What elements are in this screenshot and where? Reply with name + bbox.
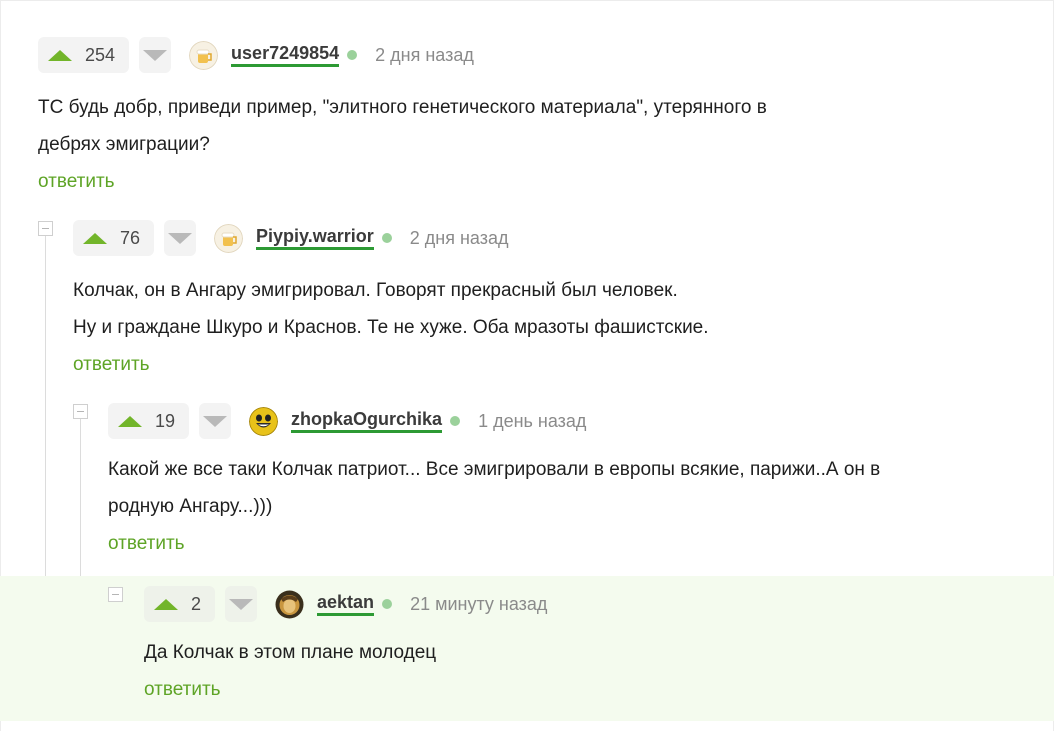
username-link[interactable]: aektan	[317, 592, 375, 616]
comment-line: дебрях эмиграции?	[38, 134, 210, 155]
comment-header: 19 zhopkaOgurchika 1 день назад	[108, 403, 1038, 439]
downvote-icon	[203, 415, 228, 427]
comment-text: Колчак, он в Ангару эмигрировал. Говорят…	[73, 272, 1033, 346]
username-link[interactable]: Piypiy.warrior	[256, 226, 374, 250]
comment-time: 21 минуту назад	[410, 593, 548, 614]
photo-avatar[interactable]	[275, 590, 304, 619]
downvote-button[interactable]	[164, 220, 197, 256]
collapse-thread-button[interactable]	[73, 404, 88, 419]
smiley-avatar[interactable]	[249, 406, 279, 436]
collapse-thread-button[interactable]	[38, 221, 53, 236]
comment-line: Какой же все таки Колчак патриот... Все …	[108, 459, 881, 480]
upvote-icon	[154, 598, 178, 610]
reply-link[interactable]: ответить	[108, 527, 1038, 561]
comment-line: родную Ангару...)))	[108, 496, 273, 517]
thread-line[interactable]	[45, 236, 46, 576]
downvote-button[interactable]	[199, 403, 232, 439]
comment: 19 zhopkaOgurchika 1 день назад Какой же…	[108, 403, 1038, 561]
comment: 2 aektan 21 минуту назад Да Колчак в это…	[144, 586, 1034, 707]
downvote-button[interactable]	[225, 586, 258, 622]
upvote-button[interactable]: 254	[38, 37, 130, 73]
online-indicator	[381, 233, 392, 243]
downvote-button[interactable]	[139, 37, 172, 73]
rating-score: 2	[191, 593, 202, 614]
comment-text: ТС будь добр, приведи пример, "элитного …	[38, 89, 1028, 163]
upvote-icon	[48, 49, 72, 61]
downvote-icon	[143, 49, 168, 61]
upvote-icon	[118, 415, 142, 427]
collapse-thread-button[interactable]	[108, 587, 123, 602]
upvote-button[interactable]: 19	[108, 403, 190, 439]
upvote-button[interactable]: 2	[144, 586, 216, 622]
comment-text: Да Колчак в этом плане молодец	[144, 634, 1034, 671]
comment: 76 Piypiy.warrior 2 дня назад Колчак, он…	[73, 220, 1033, 382]
reply-link[interactable]: ответить	[38, 165, 1028, 199]
downvote-icon	[168, 232, 193, 244]
upvote-button[interactable]: 76	[73, 220, 155, 256]
reply-link[interactable]: ответить	[73, 348, 1033, 382]
upvote-icon	[83, 232, 107, 244]
thread-line[interactable]	[80, 419, 81, 576]
comment-time: 2 дня назад	[375, 44, 474, 65]
online-indicator	[450, 416, 461, 426]
comment-text: Какой же все таки Колчак патриот... Все …	[108, 451, 1038, 525]
online-indicator	[347, 50, 358, 60]
comment-header: 254 user7249854 2 дня назад	[38, 37, 1028, 73]
downvote-icon	[229, 598, 254, 610]
comment-header: 2 aektan 21 минуту назад	[144, 586, 1034, 622]
comment-line: Колчак, он в Ангару эмигрировал. Говорят…	[73, 280, 678, 301]
beer-mug-avatar[interactable]	[189, 40, 219, 70]
comment-time: 2 дня назад	[409, 227, 509, 248]
rating-score: 254	[85, 44, 116, 65]
comment-header: 76 Piypiy.warrior 2 дня назад	[73, 220, 1033, 256]
username-link[interactable]: user7249854	[231, 43, 340, 67]
comment-line: ТС будь добр, приведи пример, "элитного …	[38, 97, 767, 118]
comment-line: Да Колчак в этом плане молодец	[144, 642, 437, 663]
online-indicator	[382, 599, 393, 609]
reply-link[interactable]: ответить	[144, 673, 1034, 707]
beer-mug-avatar[interactable]	[214, 223, 244, 253]
comment: 254 user7249854 2 дня назад ТС будь добр…	[38, 37, 1028, 199]
rating-score: 19	[155, 410, 176, 431]
username-link[interactable]: zhopkaOgurchika	[291, 409, 443, 433]
comment-line: Ну и граждане Шкуро и Краснов. Те не хуж…	[73, 317, 709, 338]
comment-time: 1 день назад	[478, 410, 587, 431]
rating-score: 76	[120, 227, 141, 248]
